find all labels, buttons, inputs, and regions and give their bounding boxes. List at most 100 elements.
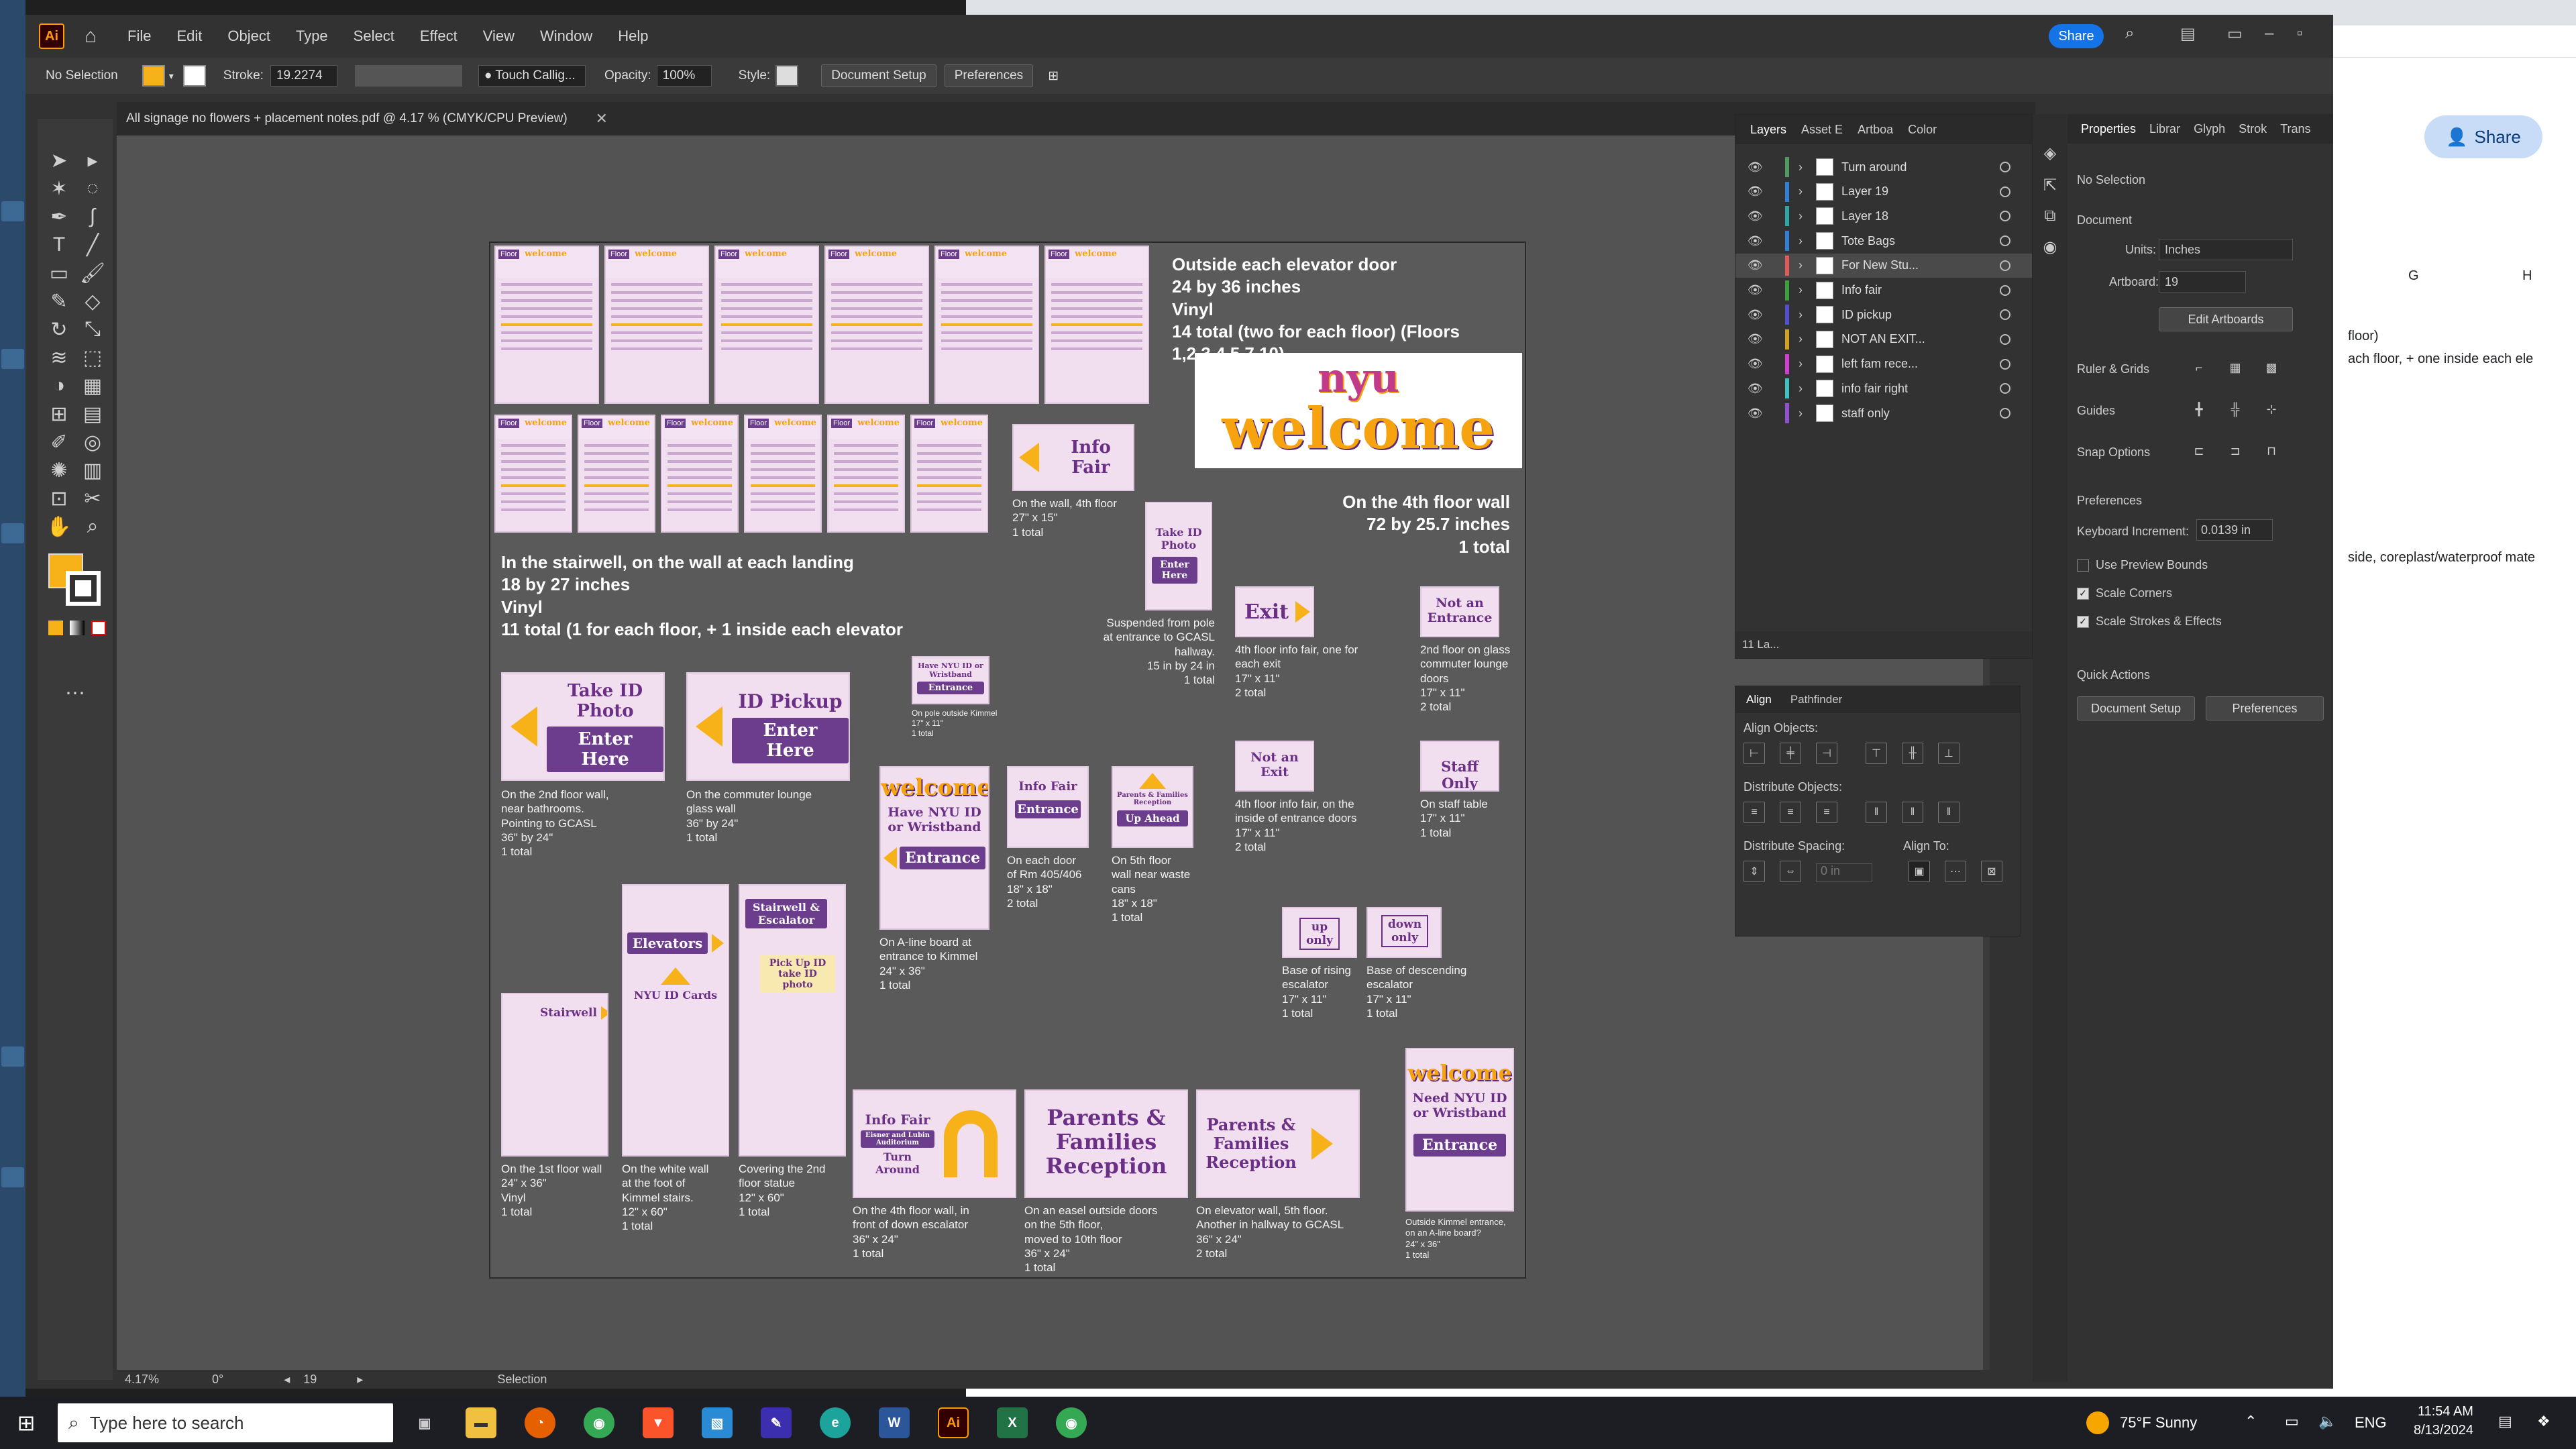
tab-asset-export[interactable]: Asset E — [1801, 123, 1843, 137]
scale-tool-icon[interactable]: ⤡ — [79, 316, 106, 343]
exit-sign[interactable]: Exit — [1235, 586, 1314, 637]
layer-row[interactable]: 👁 › Tote Bags — [1735, 229, 2032, 253]
document-setup-button[interactable]: Document Setup — [821, 64, 936, 87]
have-nyu-id-aline-sign[interactable]: welcome Have NYU ID or Wristband Entranc… — [879, 766, 989, 930]
graph-tool-icon[interactable]: ▥ — [79, 457, 106, 484]
down-only-sign[interactable]: down only — [1366, 907, 1442, 958]
sheet-cell[interactable]: floor) — [2348, 329, 2379, 344]
network-icon[interactable]: ▭ — [2285, 1413, 2299, 1430]
not-an-entrance-sign[interactable]: Not an Entrance — [1420, 586, 1499, 637]
blend-tool-icon[interactable]: ◎ — [79, 429, 106, 455]
target-circle-icon[interactable] — [2000, 333, 2010, 345]
chevron-right-icon[interactable]: › — [1799, 283, 1803, 297]
target-circle-icon[interactable] — [2000, 186, 2010, 197]
target-circle-icon[interactable] — [2000, 235, 2010, 247]
next-artboard-icon[interactable]: ▸ — [357, 1373, 363, 1387]
grid-icon[interactable]: ▦ — [2224, 357, 2246, 378]
photos-icon[interactable]: ▧ — [702, 1407, 733, 1438]
chevron-right-icon[interactable]: › — [1799, 234, 1803, 248]
close-tab-icon[interactable]: ✕ — [596, 110, 608, 127]
stairwell-sign[interactable]: Stairwell — [501, 993, 608, 1157]
layer-name[interactable]: staff only — [1841, 407, 1890, 421]
pen-tool-icon[interactable]: ✒ — [46, 203, 72, 230]
layer-row[interactable]: 👁 › staff only — [1735, 401, 2032, 425]
sheet-cell[interactable]: side, coreplast/waterproof mate — [2348, 550, 2535, 566]
shaper-tool-icon[interactable]: ✎ — [46, 288, 72, 315]
parents-families-easel-sign[interactable]: Parents & Families Reception — [1024, 1089, 1188, 1198]
target-circle-icon[interactable] — [2000, 358, 2010, 370]
chevron-right-icon[interactable]: › — [1799, 160, 1803, 174]
lasso-icon[interactable]: ◌ — [79, 175, 106, 202]
desktop-icon[interactable] — [1, 1167, 24, 1187]
brave-icon[interactable]: ▼ — [643, 1407, 674, 1438]
layer-name[interactable]: Tote Bags — [1841, 234, 1895, 248]
chevron-right-icon[interactable]: › — [1799, 308, 1803, 322]
artboard-select[interactable]: 19 — [2159, 271, 2246, 292]
layer-name[interactable]: Layer 19 — [1841, 184, 1888, 199]
eye-icon[interactable]: 👁 — [1748, 308, 1763, 322]
eye-icon[interactable]: 👁 — [1748, 283, 1763, 297]
distribute-left-icon[interactable]: ‖ — [1866, 802, 1887, 823]
target-circle-icon[interactable] — [2000, 383, 2010, 394]
floor-directory-tile[interactable]: Floor welcome — [744, 415, 822, 533]
id-pickup-sign[interactable]: ID Pickup Enter Here — [686, 672, 850, 781]
stroke-color-box[interactable] — [66, 571, 101, 606]
have-nyu-id-pole-sign[interactable]: Have NYU ID or Wristband Entrance — [912, 656, 989, 704]
magic-wand-icon[interactable]: ✶ — [46, 175, 72, 202]
brush-field[interactable]: ● Touch Callig... — [478, 65, 586, 87]
up-only-sign[interactable]: up only — [1282, 907, 1357, 958]
layer-row[interactable]: 👁 › Layer 19 — [1735, 180, 2032, 204]
eye-icon[interactable]: 👁 — [1748, 382, 1763, 396]
more-tools-icon[interactable]: ⋯ — [62, 680, 89, 706]
stroke-swatch[interactable] — [182, 65, 206, 87]
menu-view[interactable]: View — [483, 28, 515, 45]
layer-row[interactable]: 👁 › ID pickup — [1735, 303, 2032, 327]
floor-directory-tile[interactable]: Floor welcome — [910, 415, 988, 533]
chevron-right-icon[interactable]: › — [1799, 357, 1803, 371]
scale-strokes-checkbox[interactable]: ✓ Scale Strokes & Effects — [2077, 614, 2222, 629]
eye-icon[interactable]: 👁 — [1748, 407, 1763, 421]
chevron-right-icon[interactable]: › — [1799, 382, 1803, 396]
preferences-button[interactable]: Preferences — [2206, 696, 2324, 720]
floor-directory-tile[interactable]: Floor welcome — [827, 415, 905, 533]
eraser-icon[interactable]: ◇ — [79, 288, 106, 315]
artboard[interactable]: Floor welcome Floor welcome Floor welcome Floo… — [489, 241, 1526, 1279]
desktop-icon[interactable] — [1, 201, 24, 221]
minimize-icon[interactable]: – — [2265, 24, 2273, 43]
chevron-right-icon[interactable]: › — [1799, 332, 1803, 346]
variable-width-field[interactable] — [354, 65, 462, 87]
restore-icon[interactable]: ▫ — [2297, 24, 2303, 43]
vertical-spacing-icon[interactable]: ⇕ — [1743, 861, 1765, 882]
menu-help[interactable]: Help — [618, 28, 648, 45]
horizontal-spacing-icon[interactable]: ⇔ — [1780, 861, 1801, 882]
free-transform-icon[interactable]: ⬚ — [79, 344, 106, 371]
chrome-profile-icon[interactable]: ◉ — [1056, 1407, 1087, 1438]
tab-properties[interactable]: Properties — [2081, 122, 2136, 136]
excel-icon[interactable]: X — [997, 1407, 1028, 1438]
floor-directory-tile[interactable]: Floor welcome — [604, 246, 709, 404]
keyboard-increment-field[interactable]: 0.0139 in — [2196, 519, 2273, 541]
chevron-down-icon[interactable]: ▾ — [169, 70, 174, 82]
mesh-tool-icon[interactable]: ⊞ — [46, 400, 72, 427]
export-icon[interactable]: ⇱ — [2039, 174, 2061, 196]
layer-name[interactable]: NOT AN EXIT... — [1841, 332, 1925, 346]
weather-sun-icon[interactable] — [2086, 1411, 2109, 1434]
tab-pathfinder[interactable]: Pathfinder — [1790, 693, 1843, 706]
layer-name[interactable]: Layer 18 — [1841, 209, 1888, 223]
opacity-field[interactable]: 100% — [656, 65, 712, 87]
rotation-value[interactable]: 0° — [212, 1373, 223, 1387]
direct-selection-tool-icon[interactable]: ▸ — [79, 147, 106, 174]
target-circle-icon[interactable] — [2000, 162, 2010, 172]
layer-name[interactable]: For New Stu... — [1841, 258, 1919, 272]
eye-icon[interactable]: 👁 — [1748, 184, 1763, 199]
scale-corners-checkbox[interactable]: ✓ Scale Corners — [2077, 586, 2172, 600]
parents-up-ahead-sign[interactable]: Parents & Families Reception Up Ahead — [1112, 766, 1193, 848]
curvature-tool-icon[interactable]: ∫ — [79, 203, 106, 230]
gradient-mode-icon[interactable] — [70, 621, 85, 635]
info-fair-sign[interactable]: Info Fair — [1012, 424, 1134, 491]
edge-icon[interactable]: e — [820, 1407, 851, 1438]
desktop-icon[interactable] — [1, 1046, 24, 1067]
type-tool-icon[interactable]: T — [46, 231, 72, 258]
layer-row[interactable]: 👁 › For New Stu... — [1735, 253, 2032, 278]
gradient-tool-icon[interactable]: ▤ — [79, 400, 106, 427]
